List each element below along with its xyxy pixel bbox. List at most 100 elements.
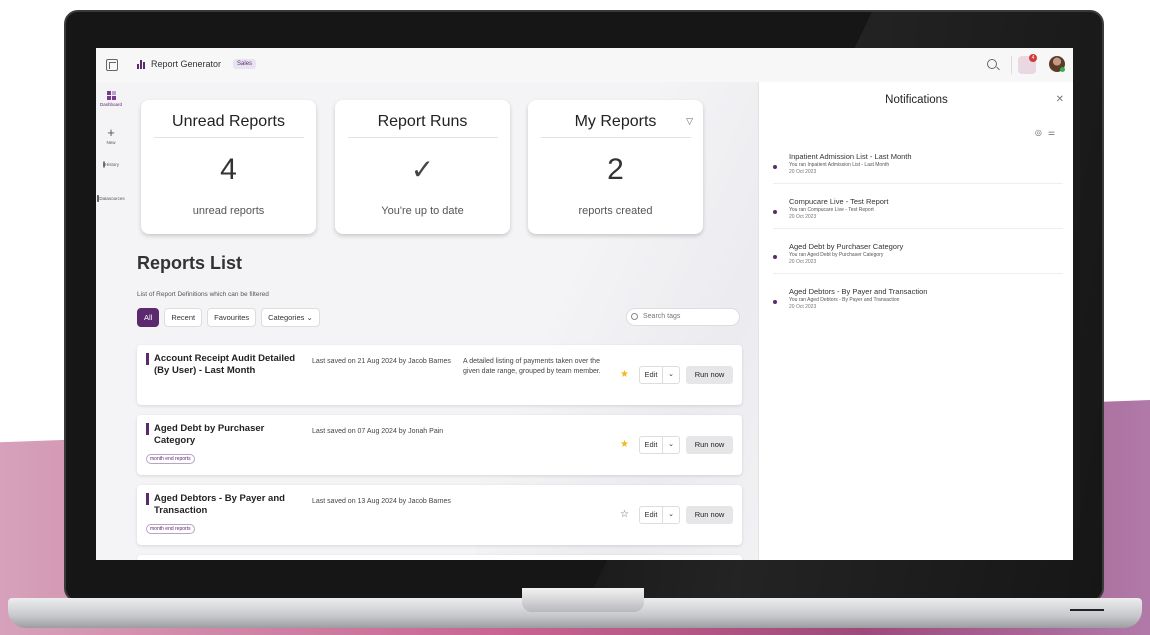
unread-dot (773, 210, 777, 214)
report-row[interactable]: Account Receipt Audit Detailed (By User)… (137, 345, 742, 405)
card-caption: reports created (578, 205, 653, 217)
card-caption: unread reports (192, 205, 265, 217)
report-row[interactable] (137, 555, 742, 560)
row-accent (146, 423, 149, 435)
report-saved: Last saved on 13 Aug 2024 by Jacob Barne… (312, 498, 451, 505)
card-title: My Reports (574, 113, 657, 130)
notification-item[interactable]: Compucare Live - Test Report You ran Com… (773, 197, 1063, 229)
card-title: Unread Reports (172, 113, 285, 130)
top-bar: Report Generator Sales 4 (96, 48, 1073, 82)
app-screen: Report Generator Sales 4 Dashboard + New… (96, 48, 1073, 560)
card-my-reports[interactable]: My Reports ▽ 2 reports created (528, 100, 703, 234)
dashboard-icon (106, 91, 116, 100)
rail-label: New (106, 140, 116, 145)
tag-search-input[interactable]: Search tags (626, 308, 740, 326)
settings-icon[interactable]: ◎⚌ (1035, 128, 1061, 137)
unread-dot (773, 165, 777, 169)
unread-dot (773, 300, 777, 304)
filter-all[interactable]: All (137, 308, 160, 327)
star-icon[interactable]: ★ (620, 369, 629, 380)
notification-title: Inpatient Admission List - Last Month (789, 152, 912, 161)
card-divider (347, 137, 498, 138)
brand[interactable]: Report Generator Sales (137, 59, 257, 69)
report-saved: Last saved on 21 Aug 2024 by Jacob Barne… (312, 358, 451, 365)
bar-chart-icon (137, 59, 147, 69)
notification-date: 20 Oct 2023 (789, 169, 817, 175)
card-value: 4 (220, 153, 237, 186)
chevron-down-icon[interactable]: ⌄ (663, 506, 680, 524)
filter-chips: All Recent Favourites Categories ⌄ (137, 308, 320, 327)
notification-title: Aged Debt by Purchaser Category (789, 242, 904, 251)
card-report-runs[interactable]: Report Runs ✓ You're up to date (335, 100, 510, 234)
rail-item-history[interactable]: History (96, 161, 126, 168)
notification-item[interactable]: Aged Debtors - By Payer and Transaction … (773, 287, 1063, 318)
report-row[interactable]: Aged Debtors - By Payer and Transaction … (137, 485, 742, 545)
notification-count-badge: 4 (1029, 54, 1037, 62)
search-icon[interactable] (987, 59, 997, 69)
edit-button[interactable]: Edit (639, 436, 663, 454)
star-outline-icon[interactable]: ☆ (620, 509, 629, 520)
notifications-title: Notifications (885, 94, 948, 106)
notifications-panel: Notifications ✕ ◎⚌ Inpatient Admission L… (758, 82, 1073, 560)
chevron-down-icon[interactable]: ⌄ (663, 366, 680, 384)
card-divider (153, 137, 304, 138)
report-tag[interactable]: month end reports (146, 524, 195, 534)
card-divider (540, 137, 691, 138)
app-launcher-icon[interactable] (106, 59, 118, 71)
run-now-button[interactable]: Run now (686, 506, 733, 524)
rail-item-dashboard[interactable]: Dashboard (96, 91, 126, 107)
report-description: A detailed listing of payments taken ove… (463, 358, 601, 375)
chevron-down-icon[interactable]: ⌄ (663, 436, 680, 454)
notification-item[interactable]: Inpatient Admission List - Last Month Yo… (773, 152, 1063, 184)
notification-date: 20 Oct 2023 (789, 304, 817, 310)
report-name[interactable]: Aged Debtors - By Payer and Transaction (154, 493, 299, 517)
filter-recent[interactable]: Recent (164, 308, 203, 327)
notification-date: 20 Oct 2023 (789, 214, 817, 220)
reports-list-title: Reports List (137, 253, 243, 273)
divider (1011, 56, 1012, 74)
run-now-button[interactable]: Run now (686, 436, 733, 454)
notification-title: Aged Debtors - By Payer and Transaction (789, 287, 928, 296)
edit-button[interactable]: Edit (639, 506, 663, 524)
unread-dot (773, 255, 777, 259)
reports-list-description: List of Report Definitions which can be … (137, 291, 269, 298)
report-saved: Last saved on 07 Aug 2024 by Jonah Pain (312, 428, 444, 435)
rail-label: Dashboard (99, 102, 122, 107)
notification-title: Compucare Live - Test Report (789, 197, 889, 206)
rail-item-datasources[interactable]: Datasources (96, 195, 126, 202)
close-icon[interactable]: ✕ (1056, 94, 1064, 105)
context-badge: Sales (233, 59, 257, 69)
report-name[interactable]: Aged Debt by Purchaser Category (154, 423, 299, 447)
online-status-dot (1060, 67, 1065, 72)
report-name[interactable]: Account Receipt Audit Detailed (By User)… (154, 353, 299, 377)
card-caption: You're up to date (381, 205, 464, 217)
edit-button[interactable]: Edit (639, 366, 663, 384)
rail-label: History (104, 162, 119, 167)
checkmark-icon: ✓ (410, 154, 435, 185)
rail-item-new[interactable]: + New (96, 125, 126, 145)
run-now-button[interactable]: Run now (686, 366, 733, 384)
filter-icon[interactable]: ▽ (686, 116, 693, 127)
plus-icon: + (107, 125, 115, 140)
laptop-notch (522, 588, 644, 612)
laptop-edge-line (1070, 609, 1104, 611)
notification-date: 20 Oct 2023 (789, 259, 817, 265)
notification-detail: You ran Compucare Live - Test Report (789, 207, 874, 213)
row-accent (146, 493, 149, 505)
notification-detail: You ran Aged Debtors - By Payer and Tran… (789, 297, 900, 303)
star-icon[interactable]: ★ (620, 439, 629, 450)
card-value: 2 (607, 153, 624, 186)
card-unread-reports[interactable]: Unread Reports 4 unread reports (141, 100, 316, 234)
report-tag[interactable]: month end reports (146, 454, 195, 464)
report-row[interactable]: Aged Debt by Purchaser Category month en… (137, 415, 742, 475)
notification-detail: You ran Inpatient Admission List - Last … (789, 162, 890, 168)
filter-categories[interactable]: Categories ⌄ (261, 308, 320, 327)
app-title: Report Generator (151, 59, 222, 69)
search-icon (631, 313, 638, 320)
row-accent (146, 353, 149, 365)
rail-label: Datasources (99, 196, 125, 201)
notification-detail: You ran Aged Debt by Purchaser Category (789, 252, 884, 258)
card-title: Report Runs (377, 113, 468, 130)
notification-item[interactable]: Aged Debt by Purchaser Category You ran … (773, 242, 1063, 274)
filter-favourites[interactable]: Favourites (207, 308, 257, 327)
